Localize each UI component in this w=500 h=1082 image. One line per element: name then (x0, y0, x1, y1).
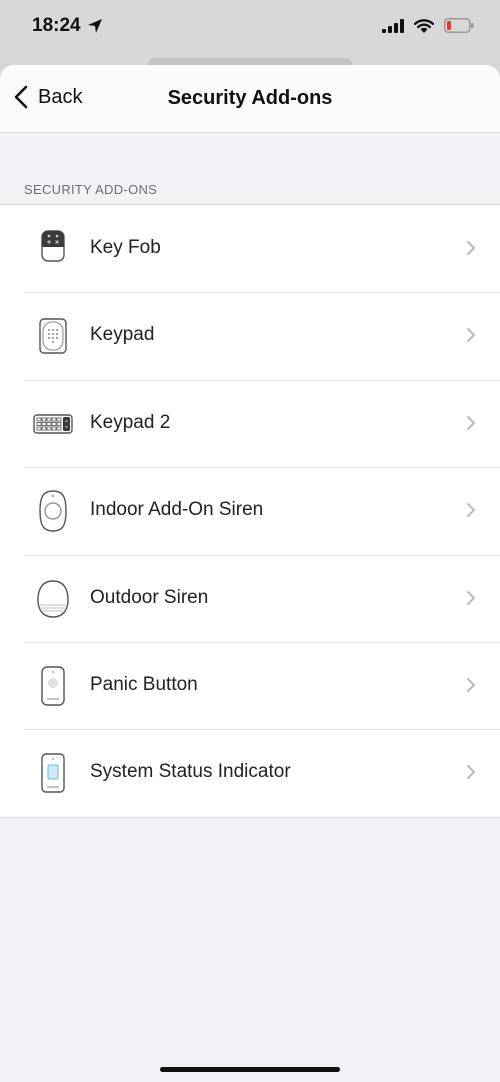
chevron-right-icon (467, 328, 475, 343)
chevron-right-icon (467, 503, 475, 518)
location-arrow-icon (87, 19, 102, 33)
chevron-right-icon (467, 415, 475, 430)
chevron-right-icon (467, 590, 475, 605)
home-indicator[interactable] (160, 1067, 340, 1072)
status-time: 18:24 (32, 15, 103, 37)
list-item-indoor-siren[interactable]: Indoor Add-On Siren (0, 467, 500, 554)
page-title: Security Add-ons (167, 87, 333, 109)
outdoor-siren-icon (33, 577, 73, 621)
chevron-right-icon (467, 241, 475, 255)
chevron-right-icon (467, 677, 475, 692)
list-item-outdoor-siren[interactable]: Outdoor Siren (0, 554, 500, 642)
cellular-signal-icon (382, 18, 404, 33)
status-indicator-icon (33, 751, 73, 795)
list-item-label: Indoor Add-On Siren (90, 499, 264, 521)
navigation-bar: Back Security Add-ons (0, 65, 500, 133)
key-fob-icon (33, 227, 73, 271)
list-item-panic-button[interactable]: Panic Button (0, 641, 500, 729)
list-item-label: Keypad 2 (90, 411, 171, 433)
keypad-2-icon (33, 402, 73, 446)
indoor-siren-icon (33, 489, 73, 533)
list-item-system-status-indicator[interactable]: System Status Indicator (0, 729, 500, 816)
list-item-label: Panic Button (90, 673, 198, 695)
list-item-key-fob[interactable]: Key Fob (0, 205, 500, 292)
wifi-icon (414, 18, 434, 33)
battery-icon (444, 18, 474, 33)
section-header: SECURITY ADD-ONS (24, 182, 158, 197)
list-item-label: Keypad (90, 324, 155, 346)
list-item-label: Key Fob (90, 237, 161, 258)
list-item-label: Outdoor Siren (90, 586, 209, 608)
add-ons-list: Key Fob Keypad Keypad 2 Indoor Add-On Si… (0, 204, 500, 818)
list-item-keypad-2[interactable]: Keypad 2 (0, 379, 500, 467)
status-bar: 18:24 (0, 0, 500, 64)
panic-button-icon (33, 664, 73, 708)
keypad-icon (33, 314, 73, 358)
list-item-keypad[interactable]: Keypad (0, 292, 500, 379)
chevron-right-icon (467, 765, 475, 780)
sheet: Back Security Add-ons SECURITY ADD-ONS K… (0, 65, 500, 1082)
list-item-label: System Status Indicator (90, 761, 291, 783)
